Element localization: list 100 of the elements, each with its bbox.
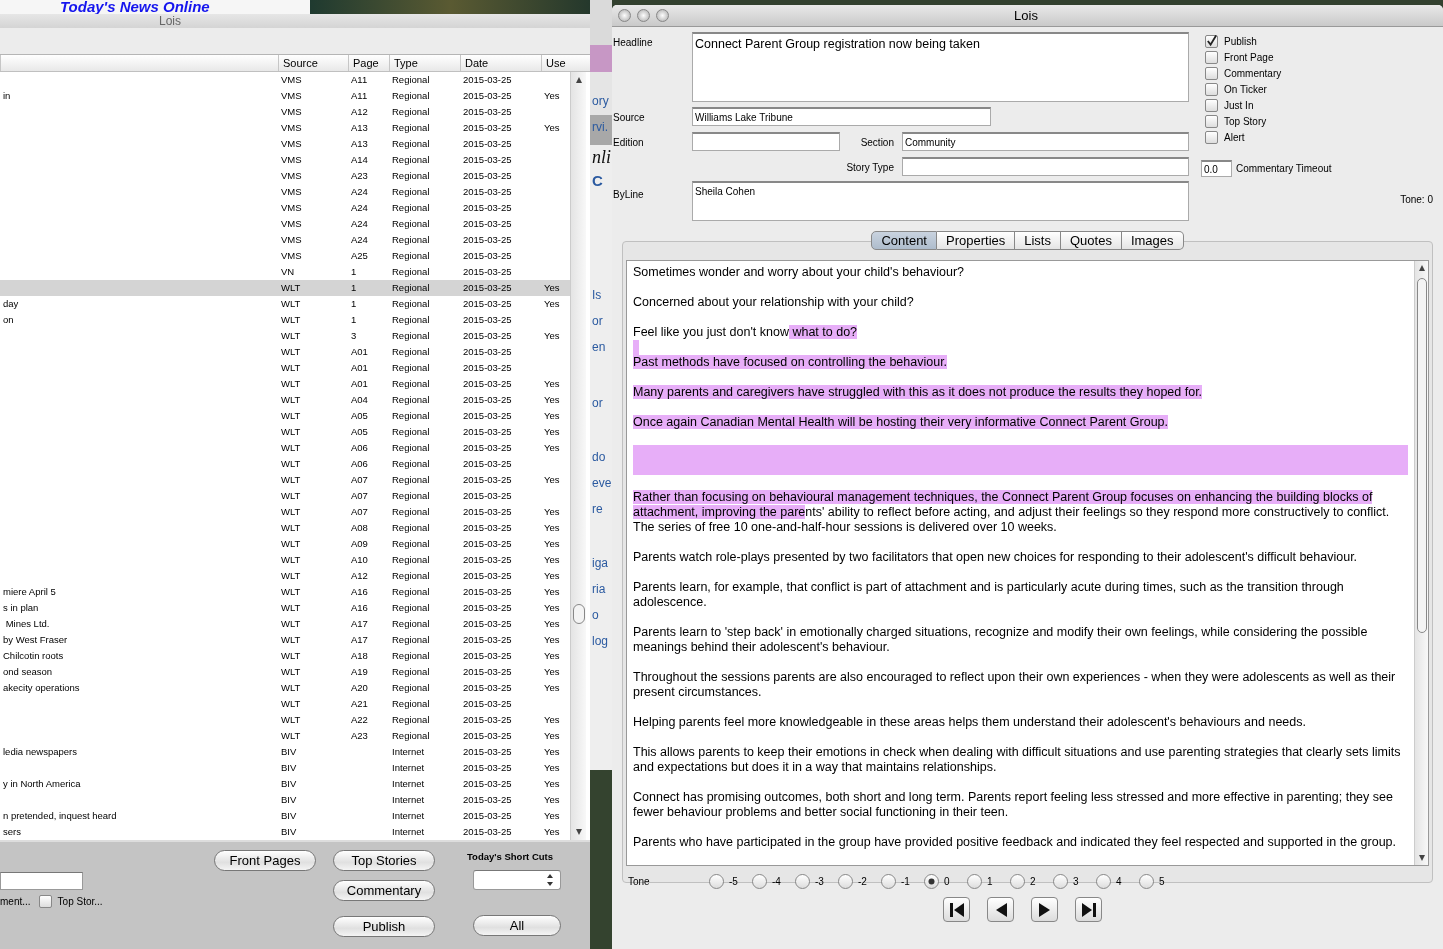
radio-button[interactable] [881,873,896,889]
table-row[interactable]: WLT A09 Regional 2015-03-25 Yes [0,536,570,552]
table-row[interactable]: Mines Ltd. WLT A17 Regional 2015-03-25 Yes [0,616,570,632]
scrollbar[interactable] [570,72,586,840]
edition-field[interactable] [692,132,840,151]
radio-button[interactable] [924,873,939,889]
table-row[interactable]: WLT A01 Regional 2015-03-25 [0,344,570,360]
scroll-up-icon[interactable] [574,76,583,84]
checkbox[interactable] [38,895,52,908]
table-row[interactable]: WLT A06 Regional 2015-03-25 Yes [0,440,570,456]
byline-field[interactable]: Sheila Cohen [692,181,1189,221]
table-row[interactable]: BIV Internet 2015-03-25 Yes [0,792,570,808]
tab[interactable]: Quotes [1061,231,1122,250]
table-row[interactable]: WLT A21 Regional 2015-03-25 [0,696,570,712]
table-row[interactable]: WLT A08 Regional 2015-03-25 Yes [0,520,570,536]
column-header[interactable]: Date [460,55,541,71]
last-button[interactable] [1075,897,1102,922]
table-row[interactable]: VMS A13 Regional 2015-03-25 [0,136,570,152]
table-row[interactable]: on WLT 1 Regional 2015-03-25 [0,312,570,328]
radio-button[interactable] [752,873,767,889]
table-row[interactable]: in VMS A11 Regional 2015-03-25 Yes [0,88,570,104]
radio-button[interactable] [795,873,810,889]
checkbox[interactable] [1205,114,1218,128]
radio-button[interactable] [1010,873,1025,889]
top-stories-button[interactable]: Top Stories [333,850,435,871]
dropdown[interactable] [473,870,561,891]
headline-field[interactable]: Connect Parent Group registration now being taken [692,32,1189,102]
radio-button[interactable] [838,873,853,889]
table-row[interactable]: VMS A24 Regional 2015-03-25 [0,184,570,200]
radio-button[interactable] [1139,873,1154,889]
front-pages-button[interactable]: Front Pages [214,850,316,871]
table-row[interactable]: BIV Internet 2015-03-25 Yes [0,760,570,776]
table-row[interactable]: VMS A24 Regional 2015-03-25 [0,216,570,232]
first-button[interactable] [943,897,970,922]
table-row[interactable]: WLT A07 Regional 2015-03-25 [0,488,570,504]
window-control[interactable] [618,9,631,22]
search-field[interactable] [0,872,83,890]
scroll-up-icon[interactable] [1417,264,1426,272]
tab[interactable]: Properties [937,231,1016,250]
radio-button[interactable] [967,873,982,889]
window-control[interactable] [637,9,650,22]
window-control[interactable] [656,9,669,22]
table-row[interactable]: y in North America BIV Internet 2015-03-25 Yes [0,776,570,792]
checkbox[interactable] [1205,50,1218,64]
radio-button[interactable] [1096,873,1111,889]
table-row[interactable]: VMS A12 Regional 2015-03-25 [0,104,570,120]
section-field[interactable]: Community [902,132,1189,151]
table-row[interactable]: WLT A10 Regional 2015-03-25 Yes [0,552,570,568]
scrollbar[interactable] [1414,261,1428,865]
column-header[interactable]: Type [389,55,460,71]
table-row[interactable]: day WLT 1 Regional 2015-03-25 Yes [0,296,570,312]
table-row[interactable]: WLT A05 Regional 2015-03-25 Yes [0,424,570,440]
table-row[interactable]: by West Fraser WLT A17 Regional 2015-03-25 Yes [0,632,570,648]
table-row[interactable]: sers BIV Internet 2015-03-25 Yes [0,824,570,840]
tab[interactable]: Lists [1015,231,1061,250]
commentary-button[interactable]: Commentary [333,880,435,901]
table-row[interactable]: VMS A24 Regional 2015-03-25 [0,232,570,248]
previous-button[interactable] [987,897,1014,922]
table-row[interactable]: n pretended, inquest heard BIV Internet 2015-03-25 Yes [0,808,570,824]
checkbox[interactable] [1205,82,1218,96]
table-row[interactable]: WLT A22 Regional 2015-03-25 Yes [0,712,570,728]
radio-button[interactable] [1053,873,1068,889]
next-button[interactable] [1031,897,1058,922]
table-row[interactable]: WLT 3 Regional 2015-03-25 Yes [0,328,570,344]
table-row[interactable]: WLT A01 Regional 2015-03-25 [0,360,570,376]
table-row[interactable]: Chilcotin roots WLT A18 Regional 2015-03-25 Yes [0,648,570,664]
table-row[interactable]: WLT A01 Regional 2015-03-25 Yes [0,376,570,392]
tab[interactable]: Images [1121,231,1184,250]
all-button[interactable]: All [473,915,561,937]
table-row[interactable]: ond season WLT A19 Regional 2015-03-25 Yes [0,664,570,680]
checkbox[interactable] [1205,66,1218,80]
story-type-field[interactable] [902,157,1189,176]
table-row[interactable]: ledia newspapers BIV Internet 2015-03-25 Yes [0,744,570,760]
table-row[interactable]: VMS A23 Regional 2015-03-25 [0,168,570,184]
table-row[interactable]: WLT A07 Regional 2015-03-25 Yes [0,504,570,520]
table-row[interactable]: VMS A14 Regional 2015-03-25 [0,152,570,168]
radio-button[interactable] [709,873,724,889]
scroll-thumb[interactable] [1416,278,1427,633]
table-row[interactable]: WLT A04 Regional 2015-03-25 Yes [0,392,570,408]
table-row[interactable]: miere April 5 WLT A16 Regional 2015-03-25 Yes [0,584,570,600]
table-row[interactable]: WLT A07 Regional 2015-03-25 Yes [0,472,570,488]
checkbox[interactable] [1205,130,1218,144]
timeout-field[interactable]: 0.0 [1201,160,1232,177]
tab[interactable]: Content [871,231,937,250]
table-row[interactable]: WLT A12 Regional 2015-03-25 Yes [0,568,570,584]
table-row[interactable]: VMS A11 Regional 2015-03-25 [0,72,570,88]
column-header[interactable]: Source [278,55,348,71]
table-row[interactable]: VN 1 Regional 2015-03-25 [0,264,570,280]
scroll-thumb[interactable] [572,603,585,624]
scroll-down-icon[interactable] [574,828,583,836]
table-row[interactable]: WLT 1 Regional 2015-03-25 Yes [0,280,570,296]
publish-button[interactable]: Publish [333,916,435,937]
column-header[interactable]: Page [348,55,389,71]
table-row[interactable]: VMS A24 Regional 2015-03-25 [0,200,570,216]
table-row[interactable]: akecity operations WLT A20 Regional 2015-03-25 Yes [0,680,570,696]
checkbox[interactable] [1205,34,1218,48]
column-header[interactable]: Use [541,55,570,71]
table-row[interactable]: WLT A23 Regional 2015-03-25 Yes [0,728,570,744]
table-row[interactable]: VMS A25 Regional 2015-03-25 [0,248,570,264]
table-row[interactable]: WLT A05 Regional 2015-03-25 Yes [0,408,570,424]
